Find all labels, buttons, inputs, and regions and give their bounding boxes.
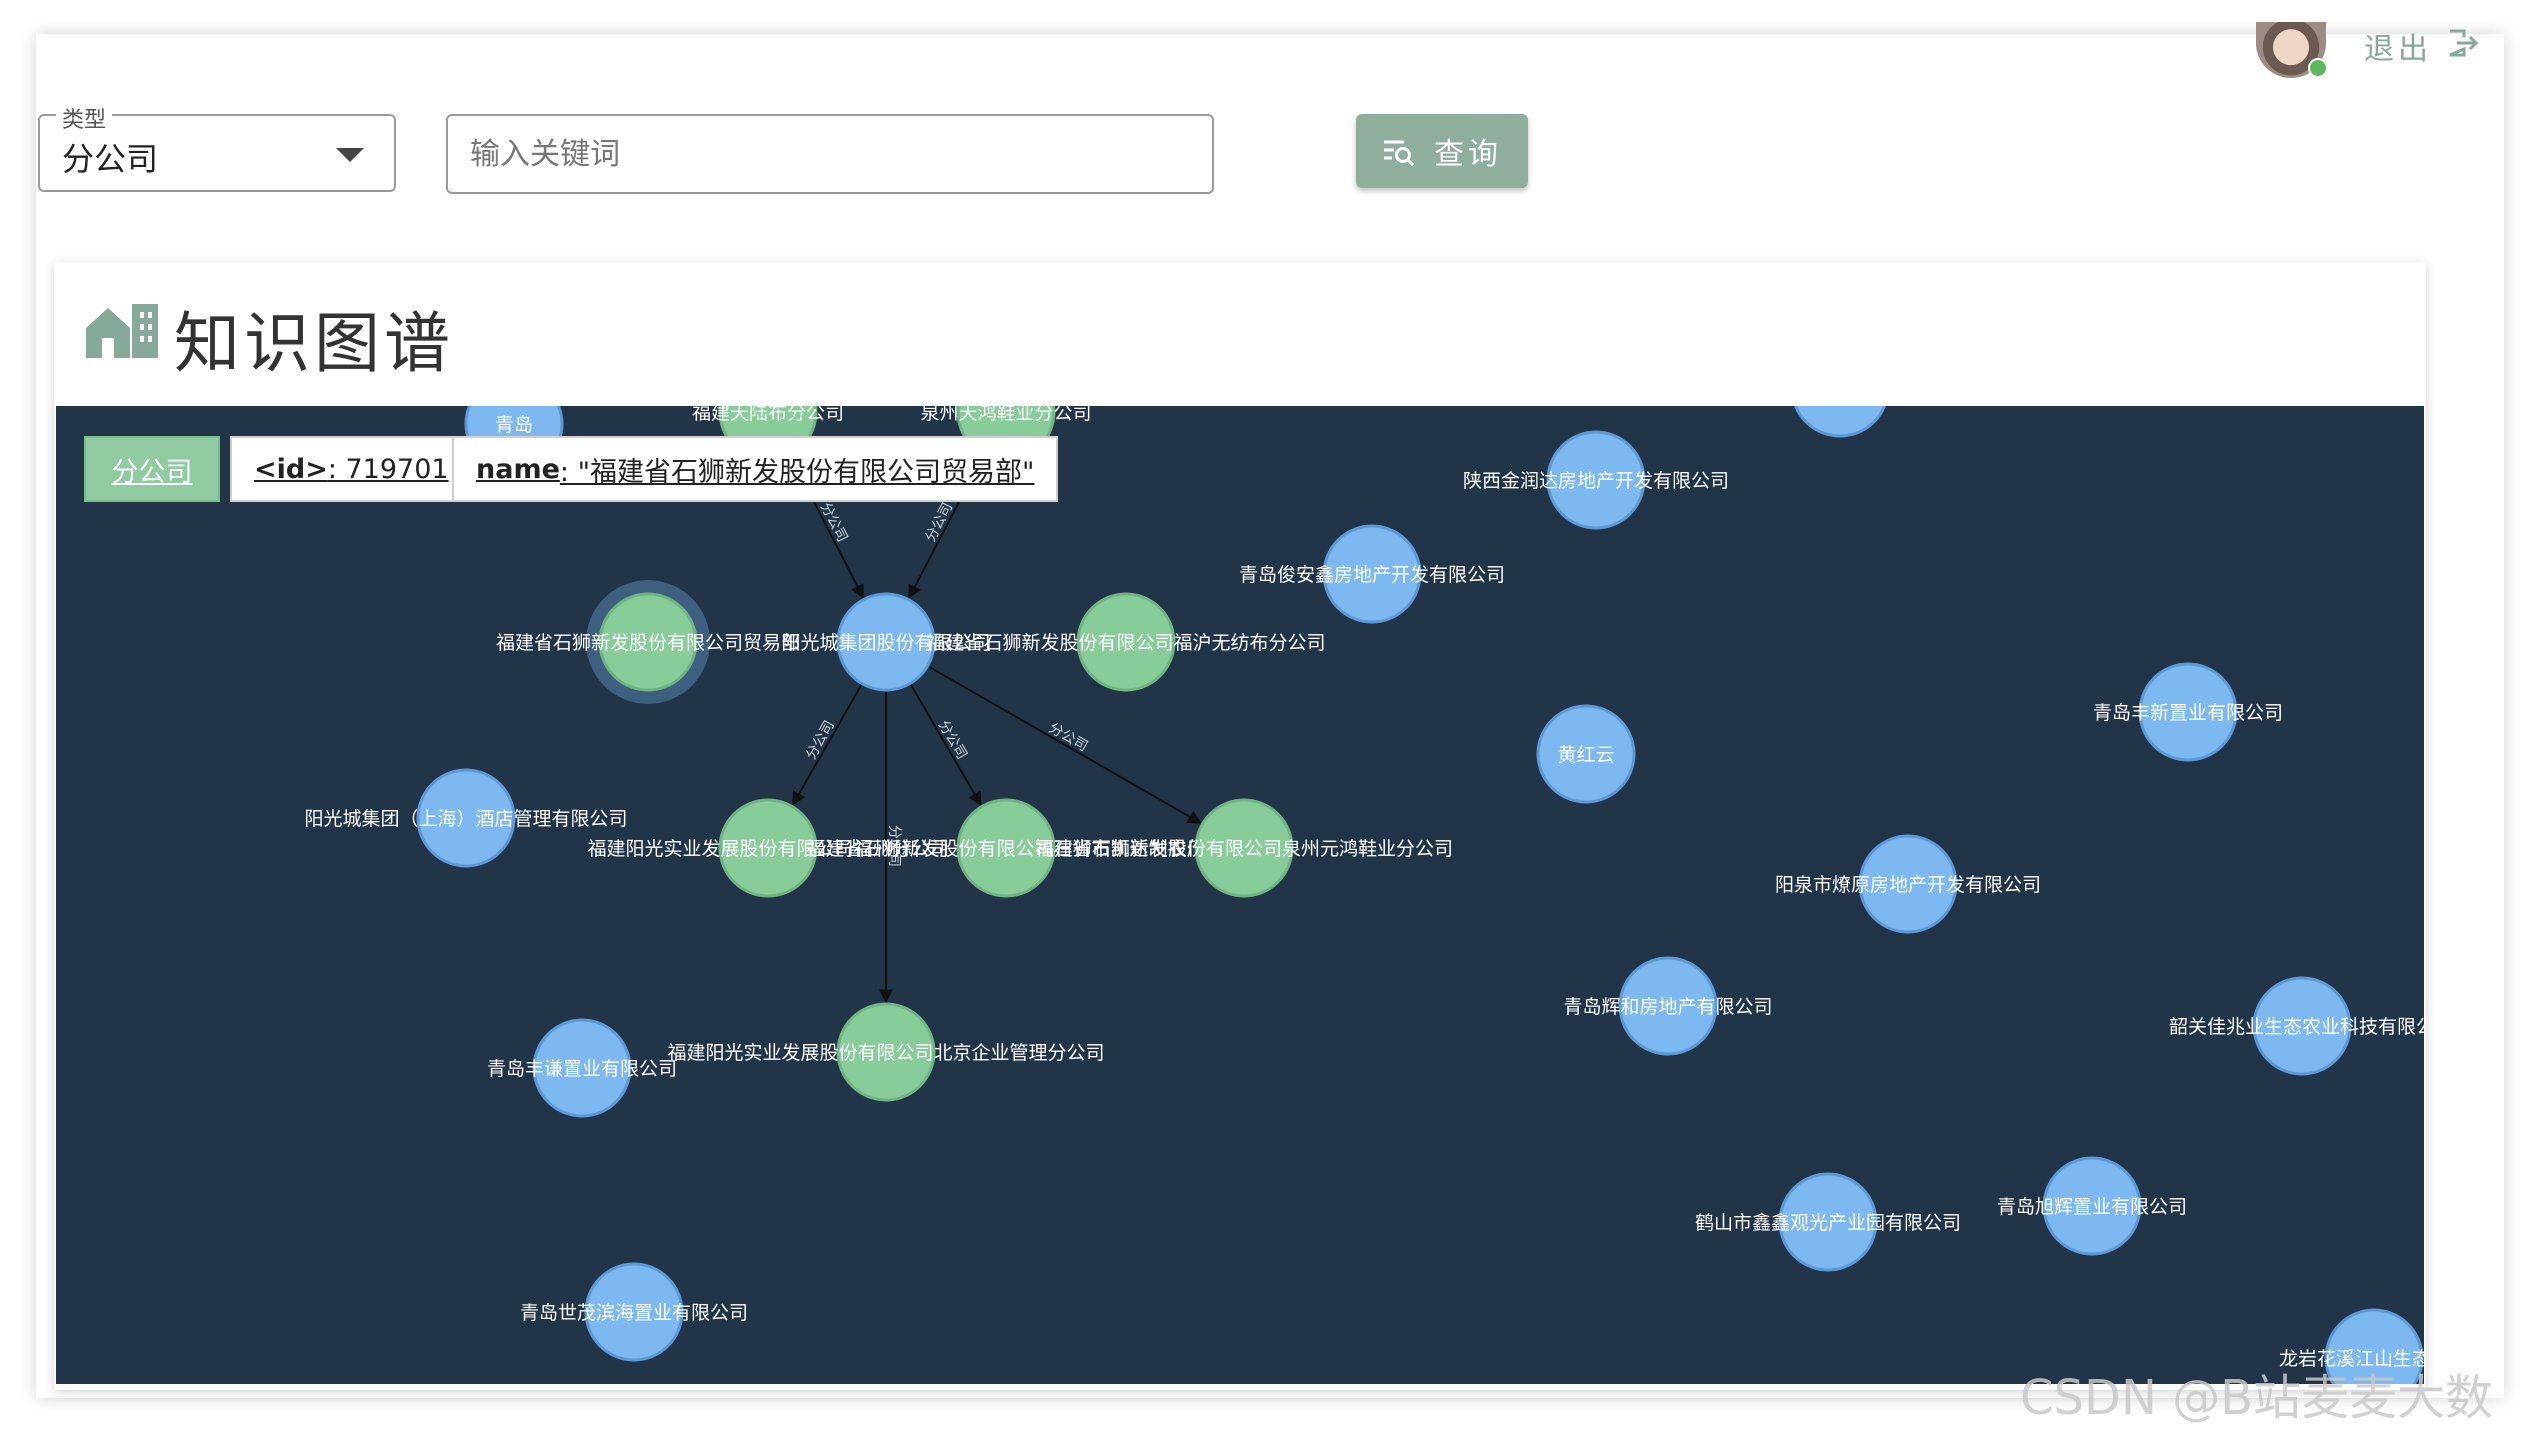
graph-edge-label: 分公司 xyxy=(935,718,970,762)
graph-node-label: 韶关佳兆业生态农业科技有限公 xyxy=(2169,1016,2424,1038)
graph-node-label: 青岛丰新置业有限公司 xyxy=(2093,702,2283,724)
online-status-indicator xyxy=(2308,58,2328,78)
graph-node[interactable]: 福建省石狮新发股份有限公司贸易部 xyxy=(496,580,800,704)
graph-node[interactable]: 青岛辉和房地产有限公司 xyxy=(1563,956,1773,1056)
selected-name-key: name xyxy=(476,453,560,485)
graph-node[interactable] xyxy=(1792,406,1888,438)
logout-icon[interactable] xyxy=(2446,28,2480,62)
graph-edge-label: 分公司 xyxy=(1046,720,1090,755)
graph-node-label: 阳泉市燎原房地产开发有限公司 xyxy=(1775,874,2041,896)
graph-node[interactable]: 阳泉市燎原房地产开发有限公司 xyxy=(1775,834,2041,934)
graph-node[interactable]: 韶关佳兆业生态农业科技有限公 xyxy=(2169,976,2424,1076)
logout-link[interactable]: 退出 xyxy=(2364,24,2432,68)
search-list-icon xyxy=(1384,140,1415,166)
graph-edge-label: 分公司 xyxy=(923,500,957,545)
selected-type-text: 分公司 xyxy=(111,456,193,488)
graph-node-label: 鹤山市鑫鑫观光产业园有限公司 xyxy=(1695,1212,1961,1234)
graph-node-label: 青岛世茂滨海置业有限公司 xyxy=(520,1302,748,1324)
graph-node[interactable]: 阳光城集团（上海）酒店管理有限公司 xyxy=(304,768,628,868)
screen: 退出 类型 分公司 查询 知识图 xyxy=(0,0,2540,1432)
watermark: CSDN @B站麦麦大数据 xyxy=(2020,1370,2494,1426)
graph-node-label: 青岛俊安鑫房地产开发有限公司 xyxy=(1239,564,1505,586)
graph-node[interactable]: 福建阳光实业发展股份有限公司北京企业管理分公司 xyxy=(667,1002,1105,1102)
graph-node[interactable]: 鹤山市鑫鑫观光产业园有限公司 xyxy=(1695,1172,1961,1272)
graph-node[interactable]: 福建省石狮新发股份有限公司泉州元鸿鞋业分公司 xyxy=(1035,798,1453,898)
graph-node-label: 陕西金润达房地产开发有限公司 xyxy=(1463,470,1729,492)
graph-edge-label: 分公司 xyxy=(803,718,838,762)
query-button-label: 查询 xyxy=(1434,137,1502,172)
building-icon xyxy=(86,302,158,362)
selected-name-value: : "福建省石狮新发股份有限公司贸易部" xyxy=(559,456,1035,488)
keyword-input[interactable] xyxy=(446,114,1214,194)
graph-svg[interactable]: 分公司 分公司 分公司分公司分公司 分公司 阳光城集团股份有限公司福建省石狮新发股份有… xyxy=(56,406,2424,1384)
graph-canvas[interactable]: 分公司 分公司 分公司 分公司 分公司 分公司 阳光城集团股份有限公司 福建省石狮新发股份有… xyxy=(56,406,2424,1384)
selected-type-chip[interactable]: 分公司 xyxy=(84,436,220,502)
graph-node-label: 阳光城集团（上海）酒店管理有限公司 xyxy=(304,808,627,830)
graph-node-label: 青岛旭辉置业有限公司 xyxy=(1997,1196,2187,1218)
graph-node[interactable]: 黄红云 xyxy=(1536,704,1636,804)
graph-node-label: 青岛 xyxy=(495,414,533,436)
graph-node-label: 福建省石狮新发股份有限公司福沪无纺布分公司 xyxy=(926,632,1325,654)
graph-node-label: 福建阳光实业发展股份有限公司北京企业管理分公司 xyxy=(667,1042,1104,1064)
graph-node[interactable]: 青岛世茂滨海置业有限公司 xyxy=(520,1262,748,1362)
graph-node-circle[interactable] xyxy=(1792,406,1888,438)
type-select-label: 类型 xyxy=(56,102,113,134)
graph-node-label: 福建天陆布分公司 xyxy=(692,406,844,424)
graph-node[interactable]: 青岛旭辉置业有限公司 xyxy=(1997,1156,2187,1256)
selected-id-chip[interactable]: <id>: 719701 xyxy=(230,436,473,502)
graph-node[interactable]: 青岛丰新置业有限公司 xyxy=(2093,662,2283,762)
graph-node-label: 黄红云 xyxy=(1557,744,1614,766)
type-select-value[interactable]: 分公司 xyxy=(62,134,158,180)
selected-id-key: <id> xyxy=(254,453,328,485)
card-title: 知识图谱 xyxy=(174,305,454,382)
graph-node-label: 泉州天鸿鞋业分公司 xyxy=(920,406,1091,424)
query-button[interactable]: 查询 xyxy=(1356,114,1528,188)
graph-node-label: 福建省石狮新发股份有限公司贸易部 xyxy=(496,632,800,654)
graph-node[interactable]: 青岛俊安鑫房地产开发有限公司 xyxy=(1239,524,1505,624)
chevron-down-icon[interactable] xyxy=(336,148,364,162)
selected-name-chip[interactable]: name: "福建省石狮新发股份有限公司贸易部" xyxy=(452,436,1059,502)
graph-node-label: 福建省石狮新发股份有限公司泉州元鸿鞋业分公司 xyxy=(1035,838,1453,860)
graph-node[interactable]: 福建省石狮新发股份有限公司福沪无纺布分公司 xyxy=(926,592,1326,692)
graph-node-label: 青岛辉和房地产有限公司 xyxy=(1563,996,1772,1018)
graph-node[interactable]: 青岛丰谦置业有限公司 xyxy=(487,1018,677,1118)
graph-edge-label: 分公司 xyxy=(817,500,850,545)
selected-id-value: : 719701 xyxy=(327,453,449,485)
graph-node-label: 青岛丰谦置业有限公司 xyxy=(487,1058,677,1080)
graph-node[interactable]: 陕西金润达房地产开发有限公司 xyxy=(1463,430,1729,530)
